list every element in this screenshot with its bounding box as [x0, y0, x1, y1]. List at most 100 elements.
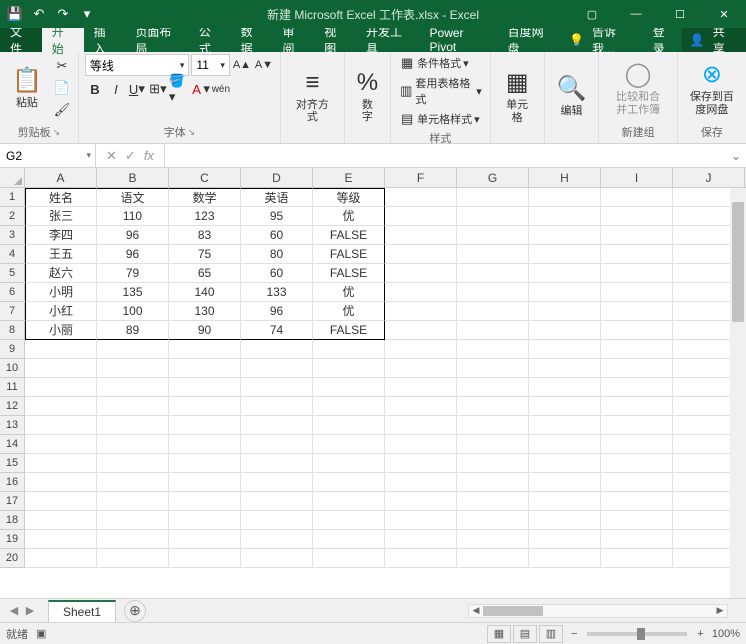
tab-home[interactable]: 开始	[42, 28, 84, 52]
cell[interactable]	[313, 378, 385, 397]
row-header[interactable]: 16	[0, 473, 25, 492]
cell[interactable]: 65	[169, 264, 241, 283]
cell[interactable]	[241, 435, 313, 454]
cell[interactable]	[385, 397, 457, 416]
cell[interactable]	[529, 264, 601, 283]
horizontal-scrollbar[interactable]: ◀ ▶	[468, 604, 728, 618]
fx-icon[interactable]: fx	[144, 148, 154, 163]
cell[interactable]	[385, 226, 457, 245]
cell[interactable]	[457, 302, 529, 321]
row-header[interactable]: 13	[0, 416, 25, 435]
cell[interactable]	[241, 549, 313, 568]
scroll-thumb[interactable]	[483, 606, 543, 616]
cell[interactable]	[241, 454, 313, 473]
cell[interactable]	[97, 397, 169, 416]
cells-button[interactable]: ▦ 单元格	[497, 54, 538, 138]
cell[interactable]	[457, 340, 529, 359]
col-header[interactable]: G	[457, 168, 529, 187]
cell[interactable]	[457, 359, 529, 378]
cell[interactable]: 133	[241, 283, 313, 302]
cell[interactable]	[457, 435, 529, 454]
cell[interactable]	[97, 454, 169, 473]
cell[interactable]: 95	[241, 207, 313, 226]
row-header[interactable]: 5	[0, 264, 25, 283]
cell[interactable]	[457, 207, 529, 226]
tab-file[interactable]: 文件	[0, 28, 42, 52]
col-header[interactable]: F	[385, 168, 457, 187]
cell-style-button[interactable]: ▤单元格样式 ▾	[397, 110, 484, 128]
cell[interactable]	[25, 416, 97, 435]
cell[interactable]	[25, 473, 97, 492]
select-all-corner[interactable]	[0, 168, 25, 187]
cell[interactable]	[529, 321, 601, 340]
col-header[interactable]: I	[601, 168, 673, 187]
row-header[interactable]: 4	[0, 245, 25, 264]
cell[interactable]	[241, 359, 313, 378]
cell[interactable]	[25, 549, 97, 568]
cell[interactable]	[529, 302, 601, 321]
cell[interactable]	[25, 340, 97, 359]
cell[interactable]	[385, 511, 457, 530]
save-baidu-button[interactable]: ⊗ 保存到百度网盘	[684, 54, 740, 122]
cell[interactable]	[25, 435, 97, 454]
cell[interactable]: 80	[241, 245, 313, 264]
cell[interactable]: 姓名	[25, 188, 97, 207]
cell[interactable]	[601, 283, 673, 302]
underline-button[interactable]: U▾	[127, 79, 147, 99]
sheet-nav-next-icon[interactable]: ▶	[22, 604, 38, 617]
increase-font-icon[interactable]: A▲	[232, 55, 252, 75]
cell[interactable]	[457, 454, 529, 473]
tab-dev[interactable]: 开发工具	[356, 28, 420, 52]
cell[interactable]	[313, 397, 385, 416]
cell[interactable]	[457, 549, 529, 568]
cell[interactable]	[169, 473, 241, 492]
cell[interactable]	[385, 340, 457, 359]
cell[interactable]	[601, 321, 673, 340]
tab-power[interactable]: Power Pivot	[420, 28, 498, 52]
cell[interactable]	[25, 511, 97, 530]
cell[interactable]: 英语	[241, 188, 313, 207]
row-header[interactable]: 2	[0, 207, 25, 226]
cell[interactable]	[169, 454, 241, 473]
col-header[interactable]: J	[673, 168, 745, 187]
cell[interactable]: 王五	[25, 245, 97, 264]
cell[interactable]	[97, 530, 169, 549]
col-header[interactable]: B	[97, 168, 169, 187]
cell[interactable]	[601, 245, 673, 264]
cell[interactable]: 优	[313, 283, 385, 302]
border-button[interactable]: ⊞▾	[148, 79, 168, 99]
cell[interactable]	[457, 416, 529, 435]
cell[interactable]	[601, 473, 673, 492]
expand-formula-icon[interactable]: ⌄	[726, 144, 746, 167]
cell[interactable]	[601, 264, 673, 283]
cell[interactable]	[457, 321, 529, 340]
conditional-format-button[interactable]: ▦条件格式 ▾	[397, 54, 484, 72]
tab-formulas[interactable]: 公式	[189, 28, 231, 52]
ribbon-options-icon[interactable]: ▢	[570, 0, 614, 28]
cell[interactable]	[169, 340, 241, 359]
cell[interactable]	[385, 359, 457, 378]
cell[interactable]	[385, 283, 457, 302]
cell[interactable]	[529, 511, 601, 530]
cell[interactable]: 89	[97, 321, 169, 340]
cell[interactable]	[241, 492, 313, 511]
row-header[interactable]: 10	[0, 359, 25, 378]
cell[interactable]	[169, 416, 241, 435]
cell[interactable]	[313, 473, 385, 492]
cell[interactable]: 75	[169, 245, 241, 264]
row-header[interactable]: 12	[0, 397, 25, 416]
cell[interactable]	[97, 549, 169, 568]
cell[interactable]	[97, 359, 169, 378]
font-size-input[interactable]	[192, 58, 216, 72]
minimize-button[interactable]: —	[614, 0, 658, 28]
cell[interactable]	[313, 359, 385, 378]
cell[interactable]	[169, 435, 241, 454]
cell[interactable]	[601, 397, 673, 416]
font-color-button[interactable]: A▾	[190, 79, 210, 99]
scroll-left-icon[interactable]: ◀	[469, 605, 483, 617]
cell[interactable]	[97, 416, 169, 435]
cell[interactable]: FALSE	[313, 321, 385, 340]
cell[interactable]: 60	[241, 226, 313, 245]
table-format-button[interactable]: ▥套用表格格式 ▾	[397, 74, 484, 108]
cell[interactable]	[529, 530, 601, 549]
